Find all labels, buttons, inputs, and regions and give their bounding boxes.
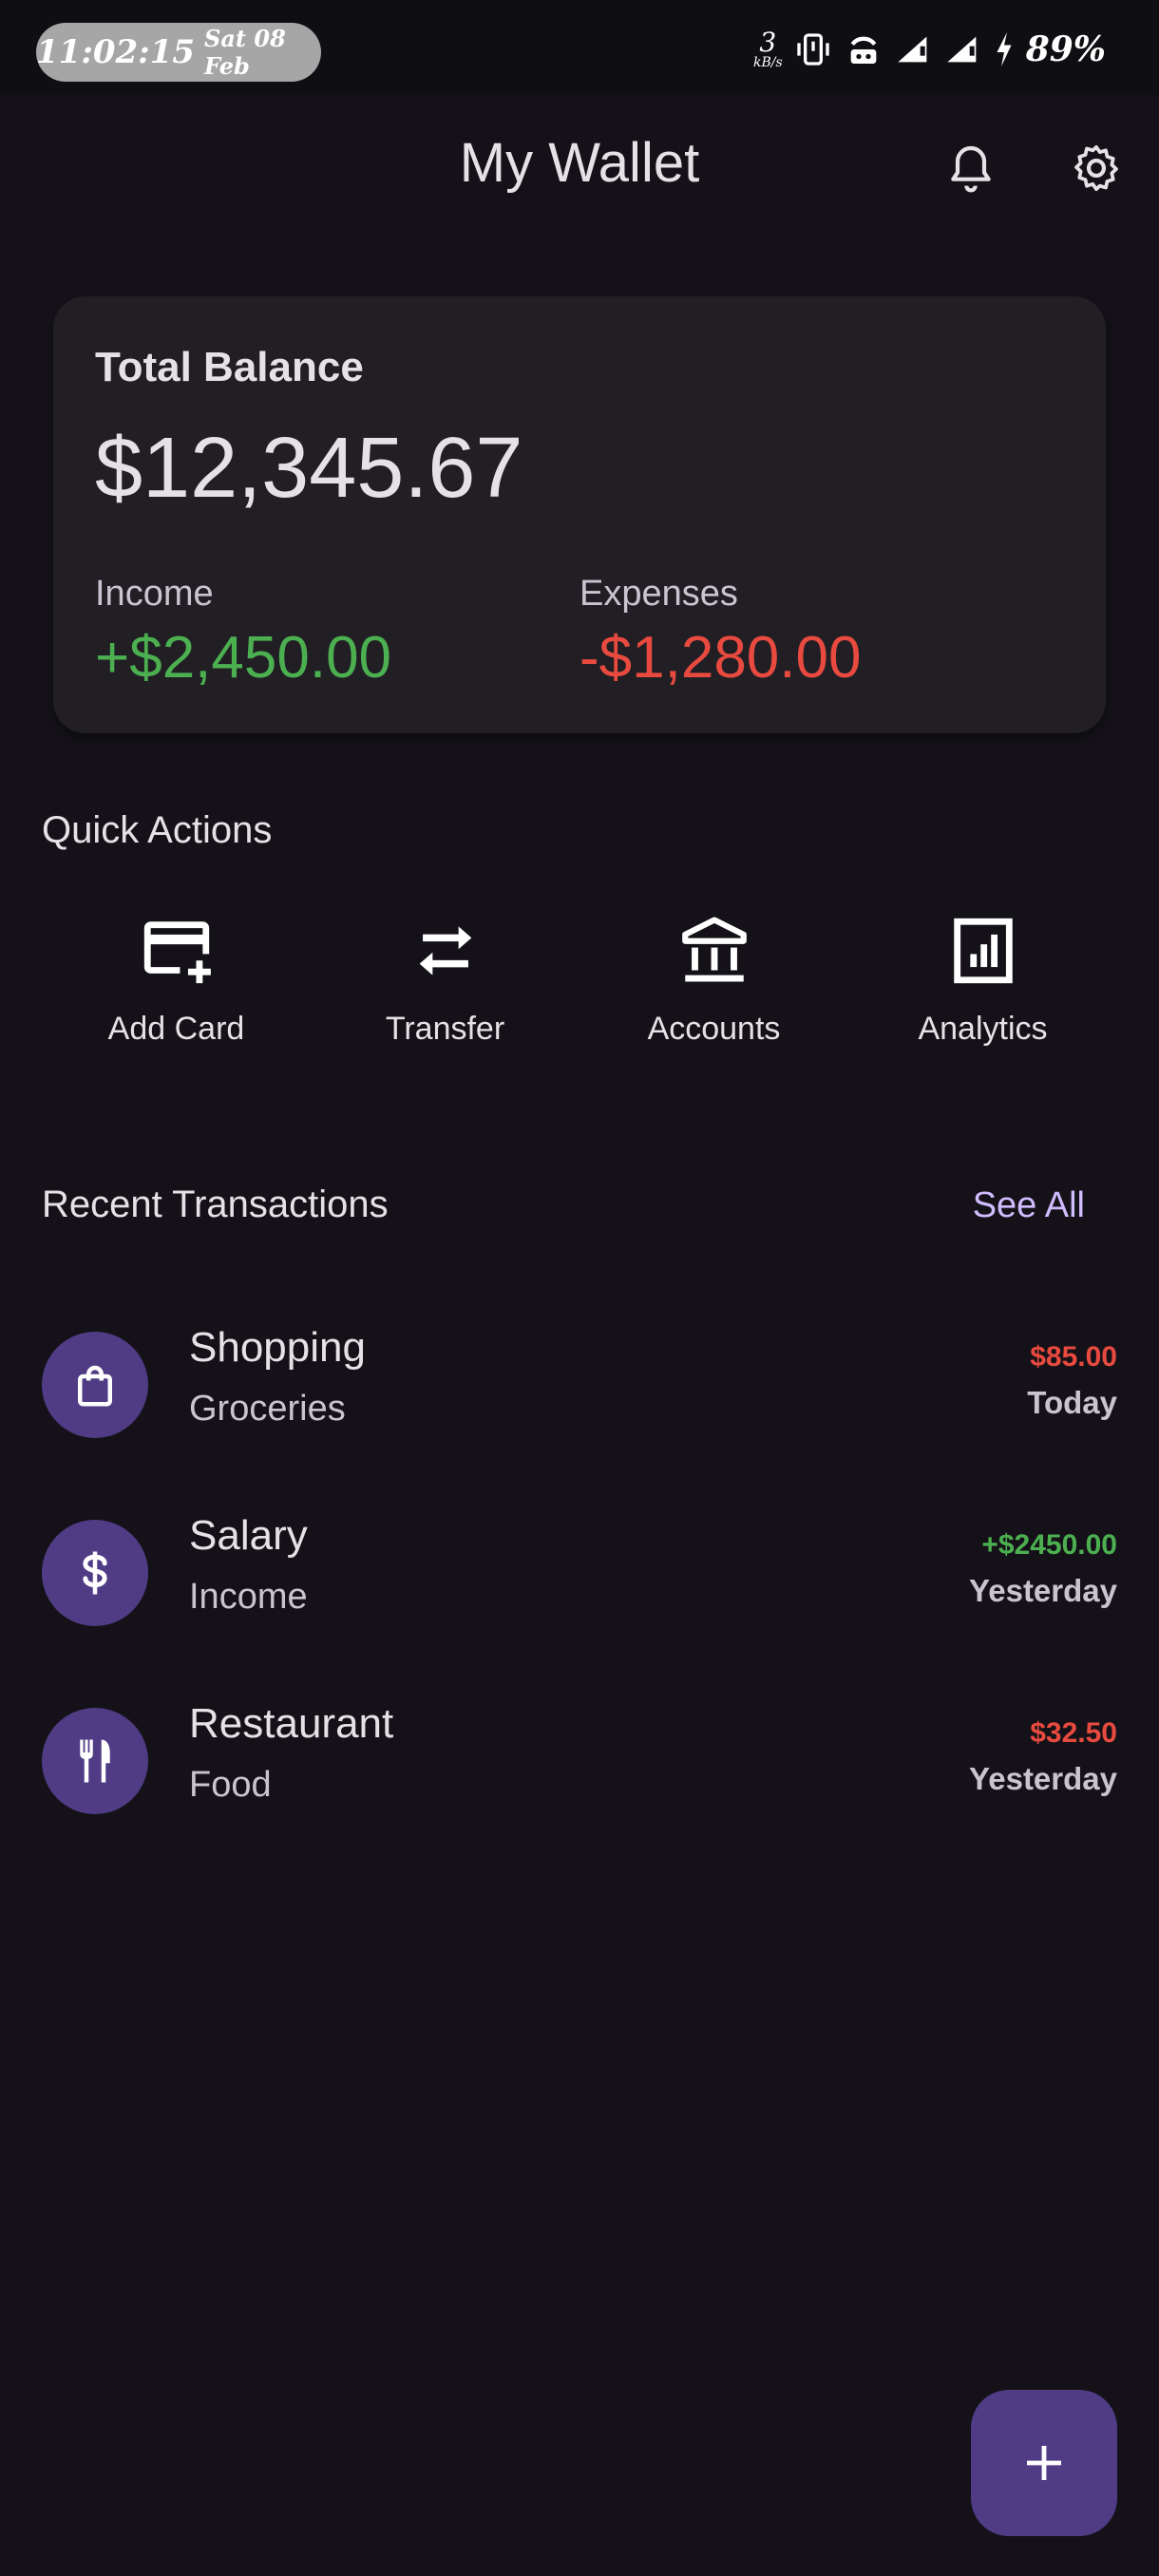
quick-action-label: Add Card — [107, 1011, 245, 1047]
transaction-row[interactable]: Restaurant Food $32.50 Yesterday — [42, 1700, 1117, 1814]
income-value: +$2,450.00 — [95, 625, 392, 691]
expenses-value: -$1,280.00 — [580, 625, 862, 691]
balance-card: Total Balance $12,345.67 Income +$2,450.… — [53, 296, 1106, 733]
restaurant-icon — [80, 1739, 110, 1783]
quick-action-accounts[interactable]: Accounts — [580, 912, 848, 1073]
transaction-amount: $85.00 — [1030, 1341, 1117, 1373]
charging-icon — [997, 32, 1012, 66]
quick-action-label: Analytics — [918, 1011, 1048, 1047]
status-time: 11:02:15 — [36, 33, 196, 71]
signal-sim2-icon — [947, 36, 977, 63]
see-all-link[interactable]: See All — [973, 1185, 1085, 1226]
total-balance-amount: $12,345.67 — [95, 421, 523, 516]
transaction-category: Groceries — [189, 1389, 346, 1429]
notifications-button[interactable] — [940, 138, 1001, 199]
transaction-amount: +$2450.00 — [981, 1529, 1117, 1561]
network-speed-unit: kB/s — [753, 55, 783, 70]
income-label: Income — [95, 574, 214, 614]
network-speed-value: 3 — [759, 27, 777, 58]
clock-pill: 11:02:15 Sat 08 Feb — [36, 23, 321, 82]
transaction-category: Food — [189, 1765, 272, 1805]
gear-icon — [1074, 144, 1118, 192]
analytics-icon — [953, 918, 1013, 984]
dollar-icon — [83, 1551, 107, 1595]
network-speed: 3 kB/s — [753, 27, 783, 70]
total-balance-label: Total Balance — [95, 344, 364, 390]
status-icons: 3 kB/s 89% — [753, 21, 1106, 78]
transaction-date: Yesterday — [969, 1761, 1117, 1796]
quick-action-analytics[interactable]: Analytics — [848, 912, 1117, 1073]
quick-actions-title: Quick Actions — [42, 809, 273, 851]
transaction-date: Today — [1027, 1385, 1117, 1420]
transaction-avatar — [42, 1520, 148, 1626]
quick-action-transfer[interactable]: Transfer — [311, 912, 580, 1073]
transaction-title: Restaurant — [189, 1700, 394, 1747]
transaction-date: Yesterday — [969, 1573, 1117, 1608]
transaction-avatar — [42, 1332, 148, 1438]
plus-icon — [1027, 2446, 1061, 2480]
bell-icon — [951, 145, 991, 193]
add-transaction-button[interactable] — [971, 2390, 1117, 2536]
shopping-bag-icon — [78, 1365, 112, 1407]
quick-action-label: Transfer — [385, 1011, 505, 1047]
status-bar: 11:02:15 Sat 08 Feb 3 kB/s 89% — [0, 0, 1159, 95]
transaction-avatar — [42, 1708, 148, 1814]
signal-sim1-icon — [898, 36, 927, 63]
transaction-category: Income — [189, 1577, 308, 1617]
transaction-title: Salary — [189, 1512, 308, 1559]
expenses-label: Expenses — [580, 574, 738, 614]
quick-actions-row: Add Card Transfer Accounts Analytics — [42, 912, 1117, 1073]
wifi-signal-icon — [850, 36, 877, 64]
quick-action-label: Accounts — [647, 1011, 781, 1047]
recent-transactions-title: Recent Transactions — [42, 1184, 389, 1225]
transfer-icon — [419, 926, 471, 975]
bank-icon — [681, 917, 747, 982]
settings-button[interactable] — [1066, 138, 1127, 199]
transaction-row[interactable]: Shopping Groceries $85.00 Today — [42, 1324, 1117, 1438]
vibrate-icon — [797, 33, 829, 66]
status-date: Sat 08 Feb — [204, 25, 286, 80]
transaction-amount: $32.50 — [1030, 1717, 1117, 1749]
transaction-title: Shopping — [189, 1324, 366, 1371]
battery-percent: 89% — [1025, 29, 1106, 69]
transaction-row[interactable]: Salary Income +$2450.00 Yesterday — [42, 1512, 1117, 1626]
quick-action-add-card[interactable]: Add Card — [42, 912, 311, 1073]
add-card-icon — [143, 921, 211, 984]
